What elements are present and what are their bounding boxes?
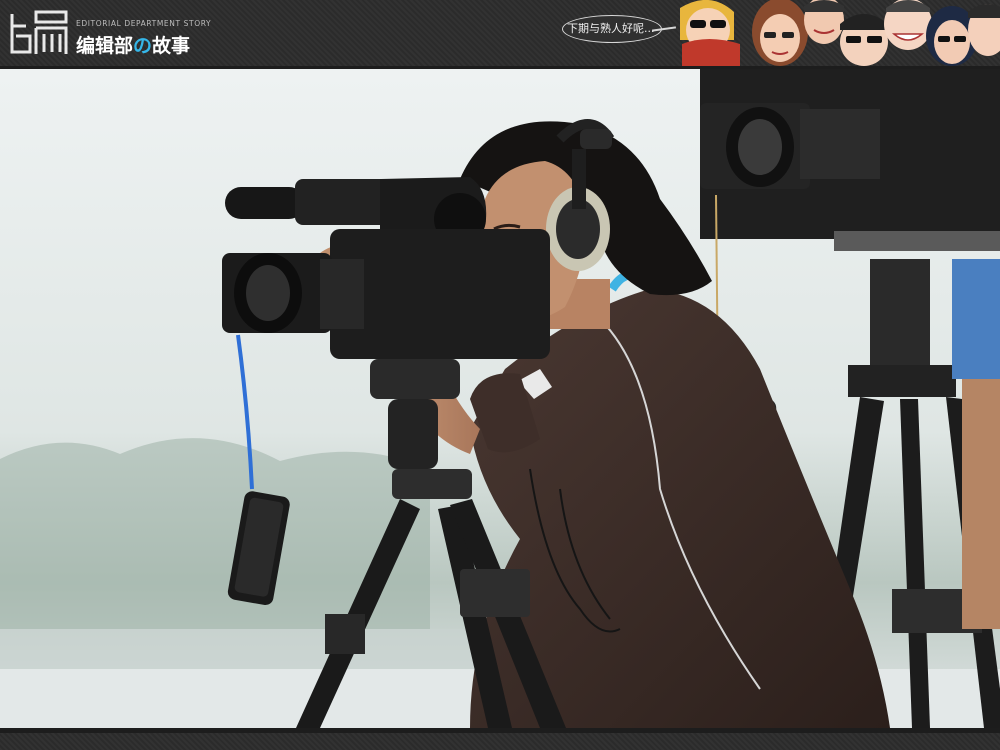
site-header: EDITORIAL DEPARTMENT STORY 编辑部の故事 下期与熟人好… bbox=[0, 0, 1000, 66]
cartoon-faces-strip bbox=[680, 0, 1000, 66]
cartoon-face-2 bbox=[752, 0, 808, 66]
speech-bubble-text: 下期与熟人好呢... bbox=[567, 22, 655, 35]
cartoon-face-4 bbox=[840, 14, 888, 66]
cartoon-face-5 bbox=[884, 0, 932, 50]
site-title[interactable]: 编辑部の故事 bbox=[76, 31, 190, 58]
english-tagline: EDITORIAL DEPARTMENT STORY bbox=[76, 19, 212, 28]
cartoon-face-3 bbox=[804, 0, 844, 44]
title-part-2: 故事 bbox=[152, 35, 191, 57]
footer-bar bbox=[0, 733, 1000, 750]
cartoon-face-1 bbox=[680, 0, 740, 66]
cameraman-photo bbox=[0, 69, 1000, 728]
title-no: の bbox=[133, 35, 153, 57]
title-part-1: 编辑部 bbox=[76, 35, 134, 57]
site-logo[interactable] bbox=[8, 6, 70, 60]
